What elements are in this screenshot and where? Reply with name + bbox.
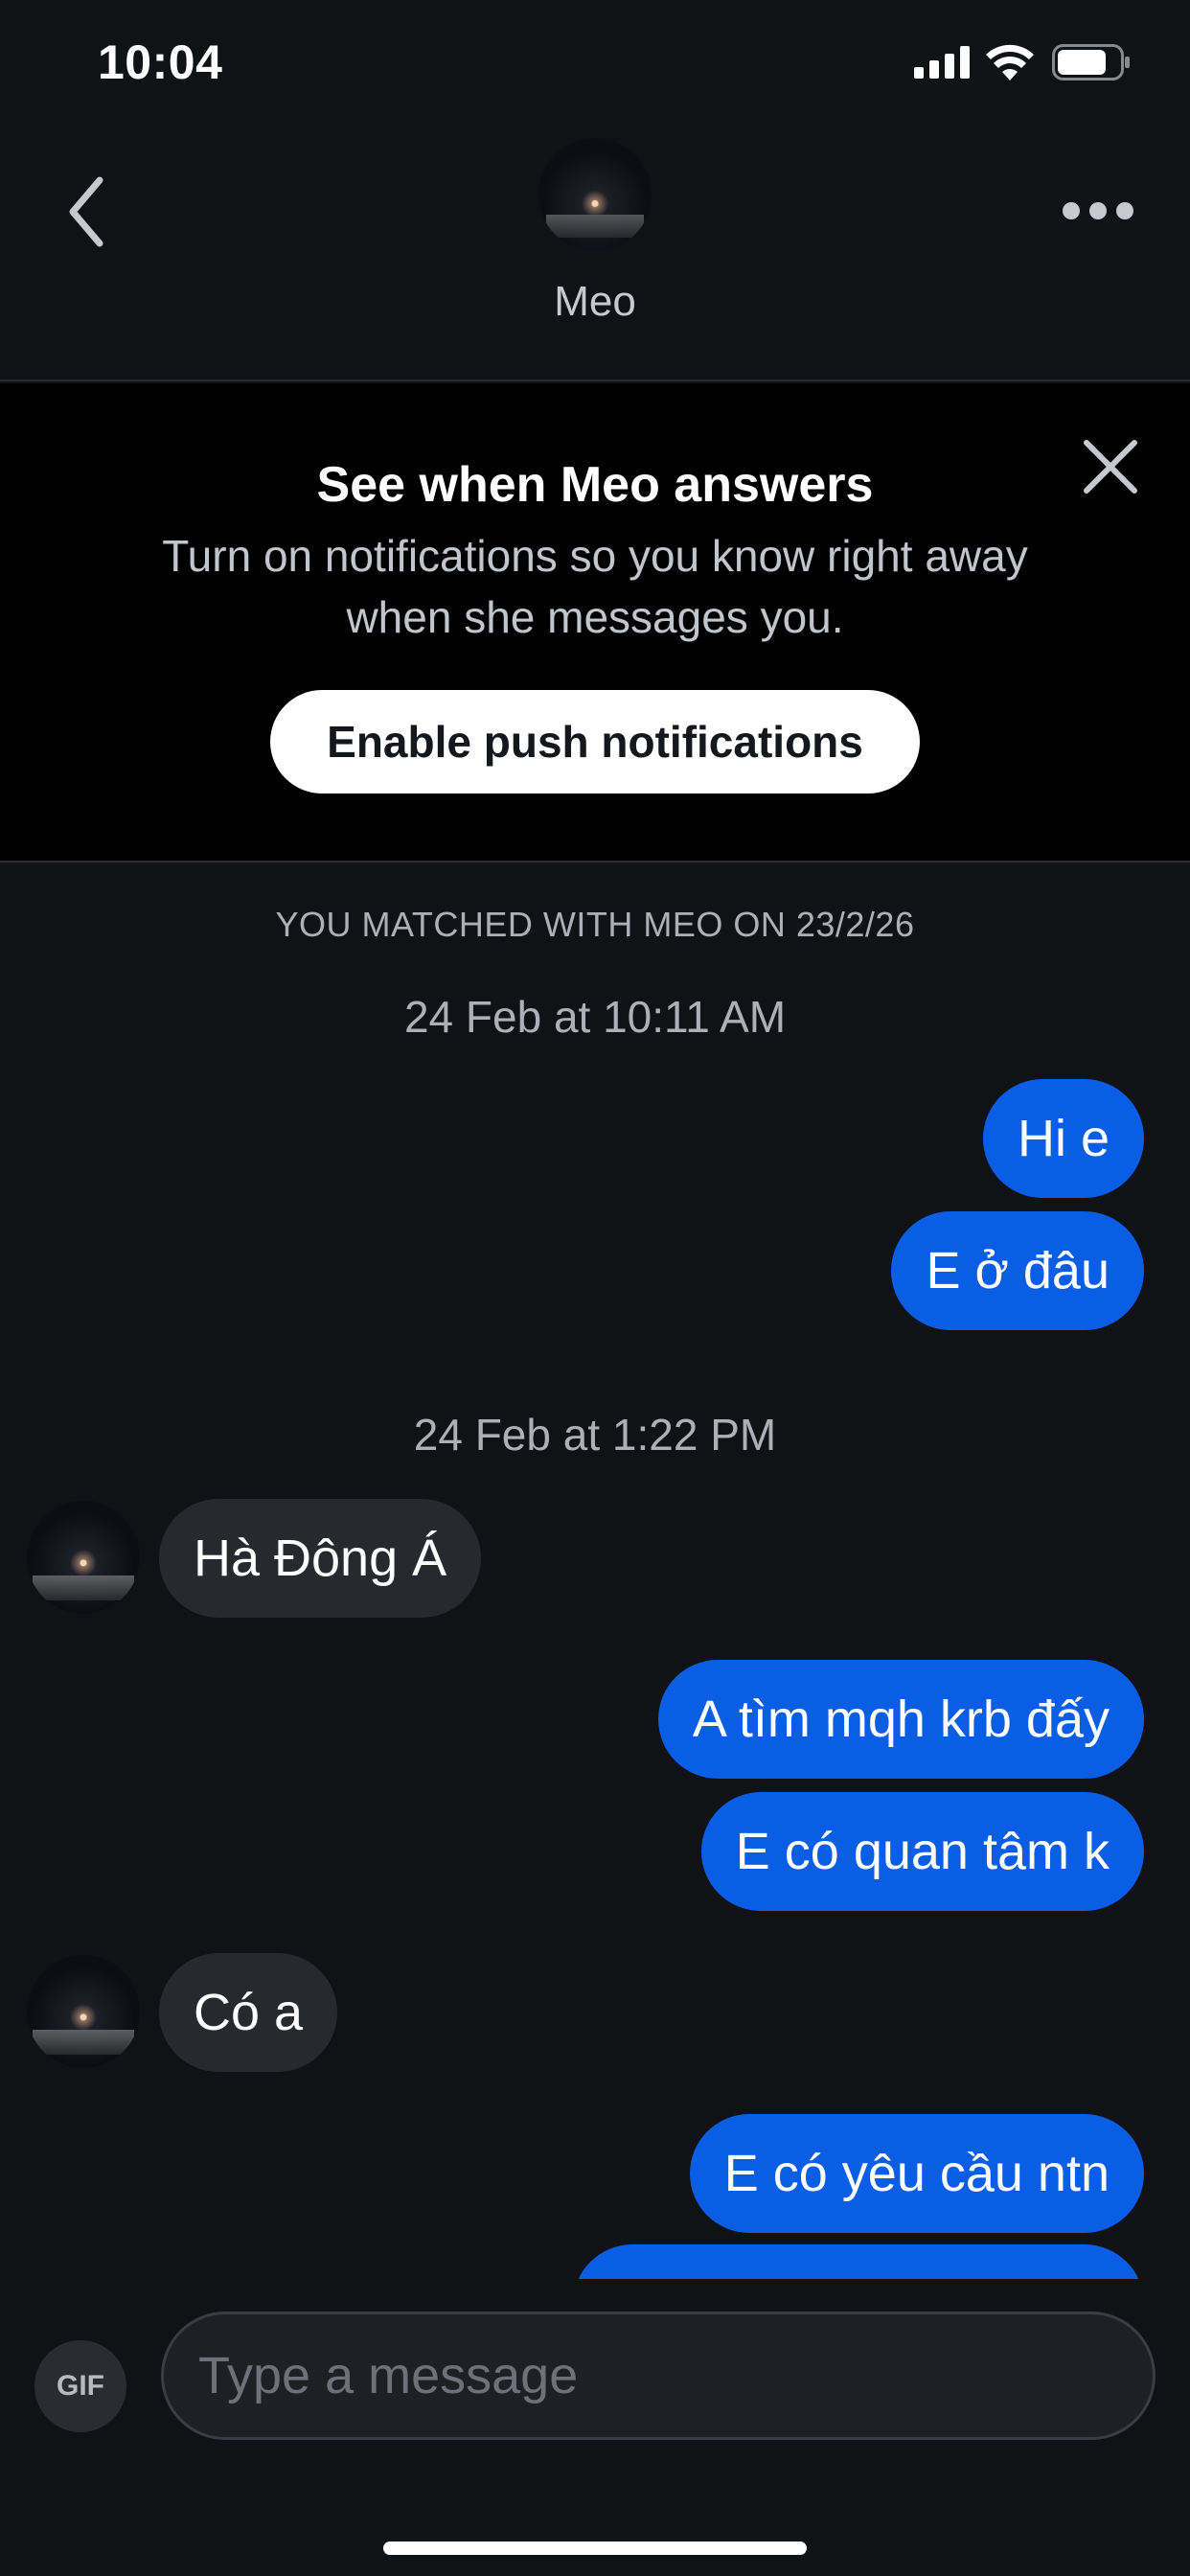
wifi-icon xyxy=(986,44,1034,80)
enable-push-button[interactable]: Enable push notifications xyxy=(270,690,920,794)
received-message[interactable]: Hà Đông Á xyxy=(159,1499,482,1618)
close-icon[interactable] xyxy=(1081,437,1140,496)
matched-label: YOU MATCHED WITH MEO ON 23/2/26 xyxy=(275,905,915,944)
contact-avatar-small[interactable] xyxy=(27,1501,140,1614)
back-icon[interactable] xyxy=(61,169,119,255)
status-bar: 10:04 xyxy=(0,0,1190,126)
received-message[interactable]: Có a xyxy=(159,1953,338,2072)
battery-icon xyxy=(1052,44,1130,80)
sent-message[interactable]: A tìm mqh krb đấy xyxy=(657,1660,1144,1779)
timestamp: 24 Feb at 10:11 AM xyxy=(403,992,787,1042)
timestamp: 24 Feb at 1:22 PM xyxy=(413,1410,777,1460)
gif-button[interactable]: GIF xyxy=(34,2340,126,2432)
status-time: 10:04 xyxy=(98,35,223,89)
chat-header: Meo xyxy=(0,126,1190,381)
more-dots-icon[interactable] xyxy=(1062,197,1134,224)
banner-title: See when Meo answers xyxy=(316,457,874,513)
sent-message[interactable]: Hi e xyxy=(982,1079,1144,1198)
chat-screen: 10:04 Meo See when Meo answers Turn on n… xyxy=(0,0,1190,2576)
contact-name[interactable]: Meo xyxy=(0,278,1190,326)
message-input[interactable] xyxy=(161,2312,1156,2440)
contact-avatar[interactable] xyxy=(538,138,652,251)
sent-message[interactable]: E có quan tâm k xyxy=(700,1792,1144,1911)
home-indicator xyxy=(383,2542,807,2555)
contact-avatar-small[interactable] xyxy=(27,1955,140,2068)
signal-icon xyxy=(914,46,970,79)
notification-banner: See when Meo answers Turn on notificatio… xyxy=(0,383,1190,862)
sent-message[interactable]: E có yêu cầu ntn xyxy=(689,2114,1144,2233)
banner-body: Turn on notifications so you know right … xyxy=(162,531,1028,642)
message-composer: GIF xyxy=(0,2279,1190,2576)
sent-message[interactable]: E ở đâu xyxy=(891,1211,1144,1330)
